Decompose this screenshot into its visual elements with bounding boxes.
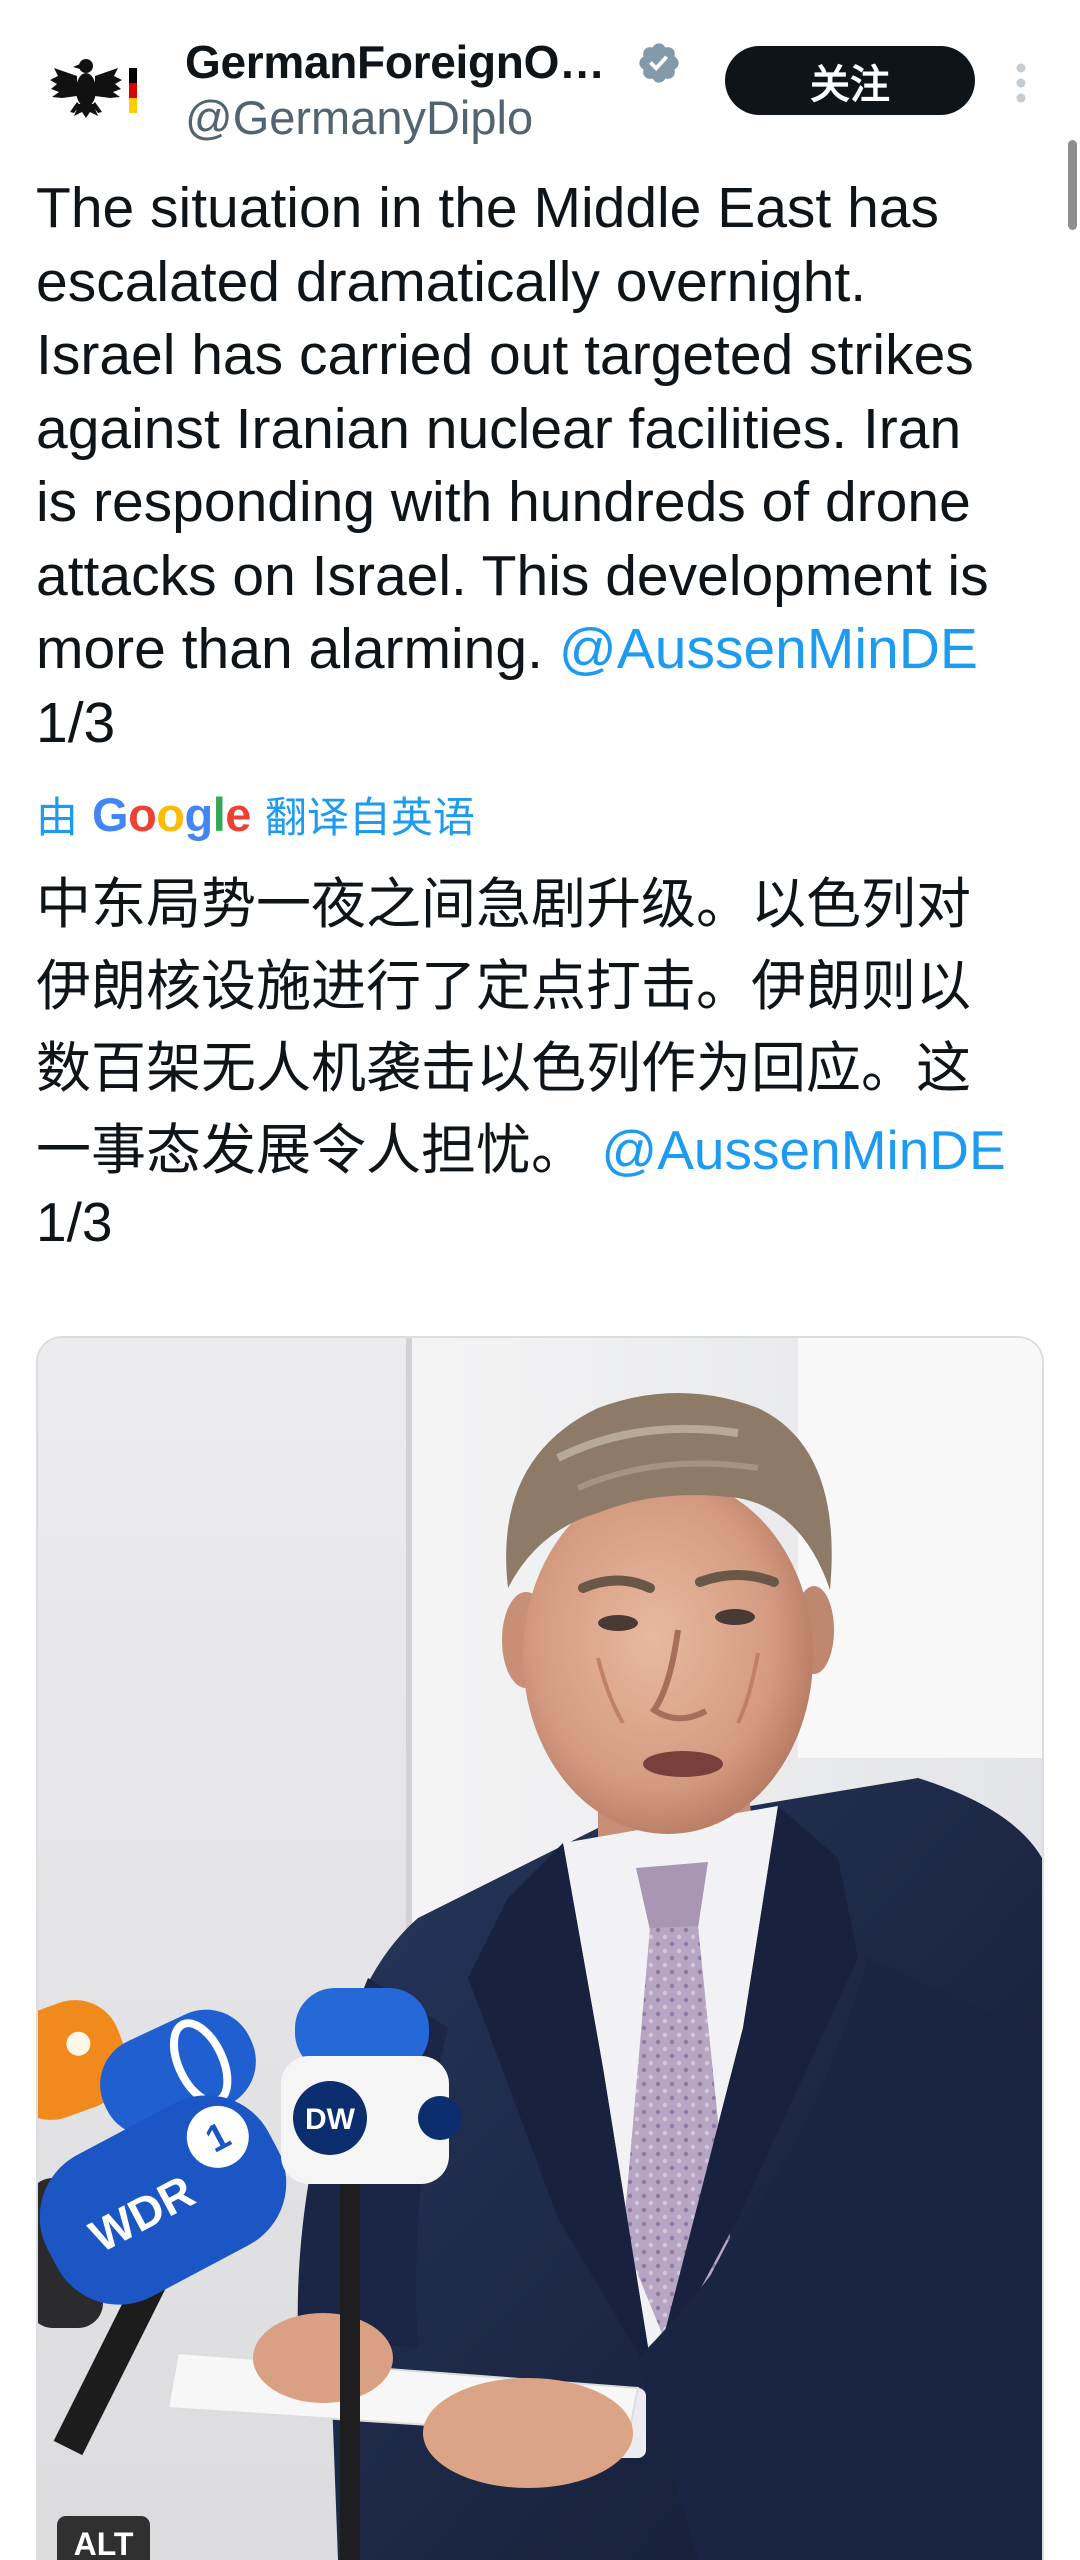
follow-button[interactable]: 关注 [725,46,975,115]
tweet-line: The situation in the Middle East has [36,176,940,240]
mention-link[interactable]: @AussenMinDE [559,617,978,681]
tweet-text: The situation in the Middle East has esc… [36,172,1046,760]
more-vertical-icon[interactable] [1013,62,1029,104]
avatar[interactable] [46,52,142,132]
google-logo: Google [92,787,251,841]
tweet-line: is responding with hundreds of drone [36,470,971,534]
tweet-line: attacks on Israel. This development is [36,543,989,608]
translated-line-text: 一事态发展令人担忧。 [36,1119,587,1181]
tweet-photo[interactable]: WDR 1 DW ALT [36,1336,1044,2560]
translated-line: 中东局势一夜之间急剧升级。以色列对 [36,873,972,935]
german-eagle-icon [50,59,137,118]
alt-text-button[interactable]: ALT [57,2516,150,2560]
display-name[interactable]: GermanForeignO… [185,34,605,90]
translated-line-last: 一事态发展令人担忧。 @AussenMinDE [36,1109,1046,1191]
thread-counter: 1/3 [36,1191,113,1253]
translated-line: 伊朗核设施进行了定点打击。伊朗则以 [36,955,972,1017]
photo-press-conference: WDR 1 DW [38,1338,1042,2560]
tweet-line: against Iranian nuclear facilities. Iran [36,396,962,461]
tweet-line-last: more than alarming. @AussenMinDE [36,613,1046,687]
dw-logo: DW [305,2103,356,2136]
tweet-line: escalated dramatically overnight. [36,249,867,314]
scrollbar[interactable] [1068,140,1077,230]
translation-attribution[interactable]: 由 Google 翻译自英语 [36,786,475,842]
verified-badge-icon[interactable] [636,40,682,86]
translated-text: 中东局势一夜之间急剧升级。以色列对 伊朗核设施进行了定点打击。伊朗则以 数百架无… [36,863,1046,1253]
translated-line: 数百架无人机袭击以色列作为回应。这 [36,1037,972,1099]
translation-suffix: 翻译自英语 [264,793,475,841]
mention-link[interactable]: @AussenMinDE [601,1119,1005,1181]
tweet-line: Israel has carried out targeted strikes [36,323,974,387]
user-handle[interactable]: @GermanyDiplo [185,90,533,146]
tweet-line-text: more than alarming. [36,617,543,681]
thread-counter: 1/3 [36,690,116,755]
translation-prefix: 由 [36,793,79,841]
